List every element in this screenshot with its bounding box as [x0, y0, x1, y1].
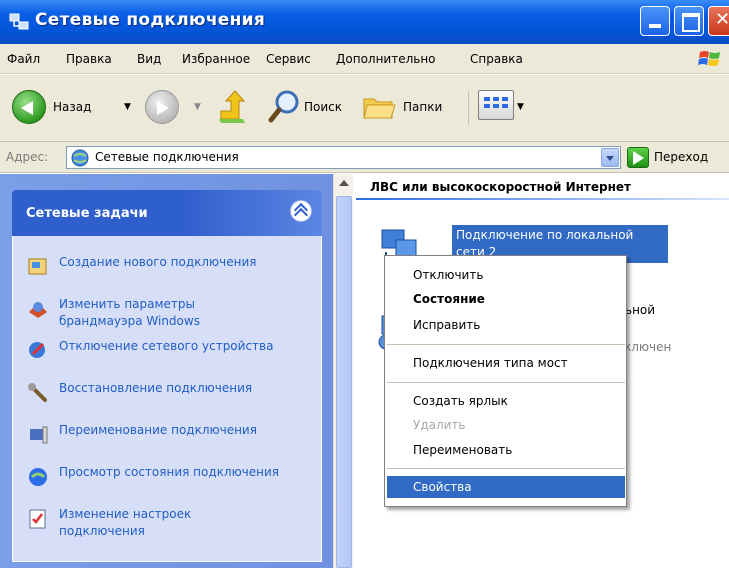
search-icon[interactable]	[268, 89, 300, 123]
second-connection-label[interactable]: ьной	[625, 303, 655, 317]
toolbar: Назад ▼ ▼ Поиск Папки ▼	[0, 75, 729, 142]
ctx-properties[interactable]: Свойства	[387, 476, 625, 498]
left-task-pane: Сетевые задачи Создание нового подключен…	[0, 174, 333, 568]
menu-file[interactable]: Файл	[7, 52, 40, 66]
firewall-icon	[29, 302, 47, 318]
task-view-status[interactable]: Просмотр состояния подключения	[27, 464, 317, 504]
toolbar-separator	[468, 91, 469, 125]
ctx-bridge-connections[interactable]: Подключения типа мост	[387, 352, 625, 374]
settings-icon	[29, 509, 46, 529]
status-icon	[29, 468, 47, 486]
scroll-up-arrow-icon[interactable]	[334, 174, 354, 194]
disable-device-icon	[29, 342, 45, 358]
task-disable-device[interactable]: Отключение сетевого устройства	[27, 338, 317, 378]
ctx-status[interactable]: Состояние	[387, 288, 625, 310]
forward-dropdown-icon[interactable]: ▼	[194, 102, 201, 112]
ctx-create-shortcut[interactable]: Создать ярлык	[387, 390, 625, 412]
menu-bar: Файл Правка Вид Избранное Сервис Дополни…	[0, 44, 729, 74]
back-dropdown-icon[interactable]: ▼	[124, 102, 131, 112]
menu-help[interactable]: Справка	[470, 52, 523, 66]
go-arrow-icon[interactable]	[627, 147, 649, 168]
go-button-label[interactable]: Переход	[654, 150, 708, 164]
ctx-disconnect[interactable]: Отключить	[387, 264, 625, 286]
second-connection-status: ключен	[624, 340, 672, 354]
title-bar[interactable]: Сетевые подключения	[0, 0, 729, 44]
back-arrow-icon[interactable]	[12, 90, 46, 124]
menu-edit[interactable]: Правка	[66, 52, 112, 66]
forward-arrow-icon[interactable]	[145, 90, 179, 124]
menu-view[interactable]: Вид	[137, 52, 161, 66]
address-label: Адрес:	[6, 150, 49, 164]
ctx-separator	[387, 344, 625, 345]
ctx-rename[interactable]: Переименовать	[387, 439, 625, 461]
address-value: Сетевые подключения	[95, 150, 239, 164]
group-header: ЛВС или высокоскоростной Интернет	[370, 180, 631, 194]
rename-icon	[30, 426, 48, 444]
address-input[interactable]: Сетевые подключения	[66, 146, 621, 169]
back-button-label[interactable]: Назад	[53, 100, 91, 114]
folders-icon[interactable]	[362, 91, 396, 121]
menu-advanced[interactable]: Дополнительно	[336, 52, 436, 66]
address-bar: Адрес: Сетевые подключения Переход	[0, 142, 729, 173]
views-dropdown-icon[interactable]: ▼	[517, 102, 524, 112]
windows-logo-icon	[698, 51, 720, 66]
network-globe-icon	[71, 149, 89, 167]
repair-icon	[28, 383, 47, 402]
new-connection-icon	[28, 258, 47, 275]
ctx-delete: Удалить	[413, 418, 466, 432]
network-tasks-title: Сетевые задачи	[26, 206, 148, 221]
task-firewall-settings[interactable]: Изменить параметры брандмауэра Windows	[27, 296, 317, 336]
window-title: Сетевые подключения	[35, 10, 266, 30]
task-repair-connection[interactable]: Восстановление подключения	[27, 380, 317, 420]
task-change-settings[interactable]: Изменение настроек подключения	[27, 506, 317, 546]
collapse-chevron-icon[interactable]	[290, 200, 312, 222]
maximize-button[interactable]	[674, 6, 704, 36]
ctx-separator	[387, 468, 625, 469]
scroll-thumb[interactable]	[336, 196, 352, 568]
menu-tools[interactable]: Сервис	[266, 52, 311, 66]
search-button-label[interactable]: Поиск	[304, 100, 342, 114]
network-tasks-list: Создание нового подключения Изменить пар…	[12, 236, 322, 562]
network-connections-icon	[9, 13, 29, 30]
ctx-repair[interactable]: Исправить	[387, 314, 625, 336]
ctx-separator	[387, 382, 625, 383]
context-menu: Отключить Состояние Исправить Подключени…	[384, 255, 627, 507]
vertical-scrollbar[interactable]	[333, 174, 353, 568]
up-folder-icon[interactable]	[217, 89, 247, 125]
views-icon[interactable]	[478, 90, 514, 120]
folders-button-label[interactable]: Папки	[403, 100, 442, 114]
task-rename-connection[interactable]: Переименование подключения	[27, 422, 317, 462]
network-tasks-header[interactable]: Сетевые задачи	[12, 190, 322, 236]
task-new-connection[interactable]: Создание нового подключения	[27, 254, 317, 294]
network-tasks-box: Сетевые задачи Создание нового подключен…	[12, 190, 322, 562]
minimize-button[interactable]	[640, 6, 670, 36]
menu-favorites[interactable]: Избранное	[182, 52, 250, 66]
group-divider	[356, 198, 729, 200]
address-dropdown-icon[interactable]	[601, 148, 619, 167]
close-button[interactable]	[708, 6, 729, 36]
